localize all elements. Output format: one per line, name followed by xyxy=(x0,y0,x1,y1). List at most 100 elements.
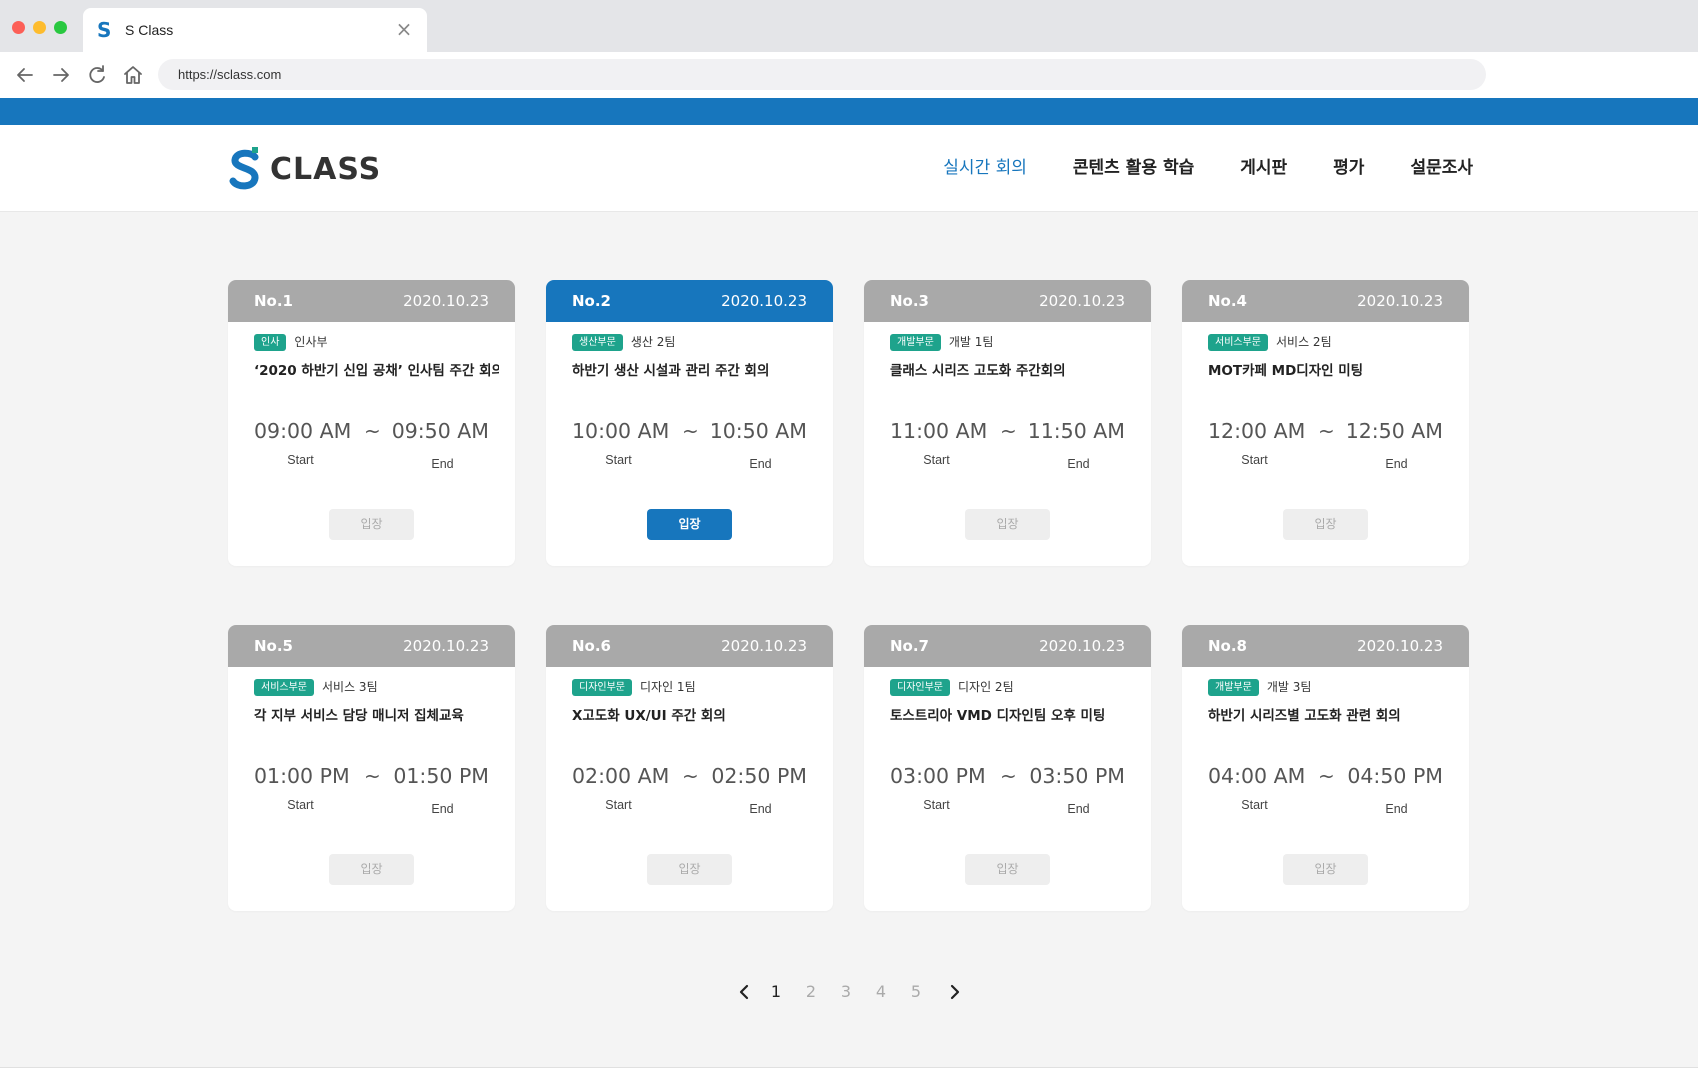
start-time: 02:00 AM xyxy=(572,764,670,788)
end-label: End xyxy=(1067,802,1090,816)
meeting-card: No.7 2020.10.23 디자인부문 디자인 2팀 토스트리아 VMD 디자… xyxy=(864,625,1151,911)
meeting-title: 하반기 생산 시설과 관리 주간 회의 xyxy=(572,363,770,379)
enter-button[interactable]: 입장 xyxy=(329,509,414,540)
start-time: 11:00 AM xyxy=(890,419,988,443)
enter-button[interactable]: 입장 xyxy=(647,509,732,540)
reload-icon[interactable] xyxy=(84,62,110,88)
end-time: 12:50 AM xyxy=(1345,419,1443,443)
menu-item-evaluation[interactable]: 평가 xyxy=(1333,156,1364,180)
meeting-date: 2020.10.23 xyxy=(721,637,807,655)
arrow-left-icon[interactable] xyxy=(12,62,38,88)
enter-button[interactable]: 입장 xyxy=(329,854,414,885)
team-name: 서비스 2팀 xyxy=(1276,335,1332,349)
favicon-icon: S xyxy=(97,18,112,42)
close-icon[interactable]: × xyxy=(393,18,415,40)
end-time: 10:50 AM xyxy=(709,419,807,443)
chevron-right-icon[interactable] xyxy=(944,982,964,1002)
team-name: 인사부 xyxy=(294,335,328,349)
page-4[interactable]: 4 xyxy=(870,980,892,1004)
minimize-window-button[interactable] xyxy=(33,21,46,34)
menu-item-board[interactable]: 게시판 xyxy=(1240,156,1287,180)
meeting-title: 하반기 시리즈별 고도화 관련 회의 xyxy=(1208,708,1401,724)
end-time: 09:50 AM xyxy=(391,419,489,443)
start-time: 12:00 AM xyxy=(1208,419,1306,443)
page-5[interactable]: 5 xyxy=(905,980,927,1004)
page-2[interactable]: 2 xyxy=(800,980,822,1004)
end-time: 02:50 PM xyxy=(711,764,807,788)
url-text: https://sclass.com xyxy=(178,67,282,82)
end-label: End xyxy=(749,802,772,816)
meeting-title: ‘2020 하반기 신입 공채’ 인사팀 주간 회의 xyxy=(254,363,499,379)
close-window-button[interactable] xyxy=(12,21,25,34)
enter-button[interactable]: 입장 xyxy=(965,509,1050,540)
time-separator: ~ xyxy=(364,764,381,788)
meeting-title: 클래스 시리즈 고도화 주간회의 xyxy=(890,363,1066,379)
enter-button[interactable]: 입장 xyxy=(1283,509,1368,540)
address-bar[interactable]: https://sclass.com xyxy=(158,59,1486,90)
team-name: 서비스 3팀 xyxy=(322,680,378,694)
card-header: No.7 2020.10.23 xyxy=(864,625,1151,667)
page-3[interactable]: 3 xyxy=(835,980,857,1004)
chevron-left-icon[interactable] xyxy=(735,982,755,1002)
card-header: No.5 2020.10.23 xyxy=(228,625,515,667)
dept-badge: 생산부문 xyxy=(572,334,623,351)
time-separator: ~ xyxy=(682,764,699,788)
team-name: 개발 3팀 xyxy=(1266,680,1312,694)
meeting-card: No.3 2020.10.23 개발부문 개발 1팀 클래스 시리즈 고도화 주간… xyxy=(864,280,1151,566)
dept-badge: 디자인부문 xyxy=(572,679,632,696)
dept-badge: 서비스부문 xyxy=(1208,334,1268,351)
end-time: 11:50 AM xyxy=(1027,419,1125,443)
meeting-date: 2020.10.23 xyxy=(721,292,807,310)
start-time: 03:00 PM xyxy=(890,764,986,788)
card-header: No.8 2020.10.23 xyxy=(1182,625,1469,667)
start-label: Start xyxy=(923,798,950,812)
maximize-window-button[interactable] xyxy=(54,21,67,34)
time-separator: ~ xyxy=(1000,419,1017,443)
enter-button[interactable]: 입장 xyxy=(1283,854,1368,885)
start-time: 10:00 AM xyxy=(572,419,670,443)
meeting-number: No.2 xyxy=(572,292,611,310)
page-1[interactable]: 1 xyxy=(765,980,787,1004)
menu-item-live-meeting[interactable]: 실시간 회의 xyxy=(943,156,1027,180)
end-label: End xyxy=(431,802,454,816)
meeting-number: No.5 xyxy=(254,637,293,655)
dept-badge: 인사 xyxy=(254,334,287,351)
start-time: 01:00 PM xyxy=(254,764,350,788)
browser-tab[interactable]: S S Class × xyxy=(83,8,427,52)
start-time: 04:00 AM xyxy=(1208,764,1306,788)
meeting-date: 2020.10.23 xyxy=(403,292,489,310)
time-separator: ~ xyxy=(1318,764,1335,788)
time-separator: ~ xyxy=(364,419,381,443)
start-label: Start xyxy=(1241,798,1268,812)
menu-item-survey[interactable]: 설문조사 xyxy=(1410,156,1473,180)
meeting-date: 2020.10.23 xyxy=(1039,637,1125,655)
enter-button[interactable]: 입장 xyxy=(965,854,1050,885)
arrow-right-icon[interactable] xyxy=(48,62,74,88)
meeting-card: No.4 2020.10.23 서비스부문 서비스 2팀 MOT카페 MD디자인 … xyxy=(1182,280,1469,566)
meeting-date: 2020.10.23 xyxy=(403,637,489,655)
main-menu: 실시간 회의 콘텐츠 활용 학습 게시판 평가 설문조사 xyxy=(943,156,1473,180)
meeting-card: No.2 2020.10.23 생산부문 생산 2팀 하반기 생산 시설과 관리 … xyxy=(546,280,833,566)
meeting-card: No.6 2020.10.23 디자인부문 디자인 1팀 X고도화 UX/UI 주… xyxy=(546,625,833,911)
team-name: 생산 2팀 xyxy=(630,335,676,349)
dept-badge: 디자인부문 xyxy=(890,679,950,696)
team-name: 디자인 2팀 xyxy=(958,680,1014,694)
home-icon[interactable] xyxy=(120,62,146,88)
end-label: End xyxy=(1067,457,1090,471)
meeting-title: MOT카페 MD디자인 미팅 xyxy=(1208,363,1364,379)
menu-item-content-learning[interactable]: 콘텐츠 활용 학습 xyxy=(1073,156,1194,180)
meeting-card: No.8 2020.10.23 개발부문 개발 3팀 하반기 시리즈별 고도화 관… xyxy=(1182,625,1469,911)
time-separator: ~ xyxy=(1000,764,1017,788)
card-header: No.3 2020.10.23 xyxy=(864,280,1151,322)
browser-toolbar: https://sclass.com xyxy=(0,52,1698,98)
meeting-date: 2020.10.23 xyxy=(1357,637,1443,655)
end-time: 03:50 PM xyxy=(1029,764,1125,788)
end-label: End xyxy=(431,457,454,471)
meeting-number: No.1 xyxy=(254,292,293,310)
start-label: Start xyxy=(923,453,950,467)
enter-button[interactable]: 입장 xyxy=(647,854,732,885)
start-label: Start xyxy=(605,798,632,812)
start-label: Start xyxy=(1241,453,1268,467)
meeting-number: No.8 xyxy=(1208,637,1247,655)
dept-badge: 개발부문 xyxy=(1208,679,1259,696)
